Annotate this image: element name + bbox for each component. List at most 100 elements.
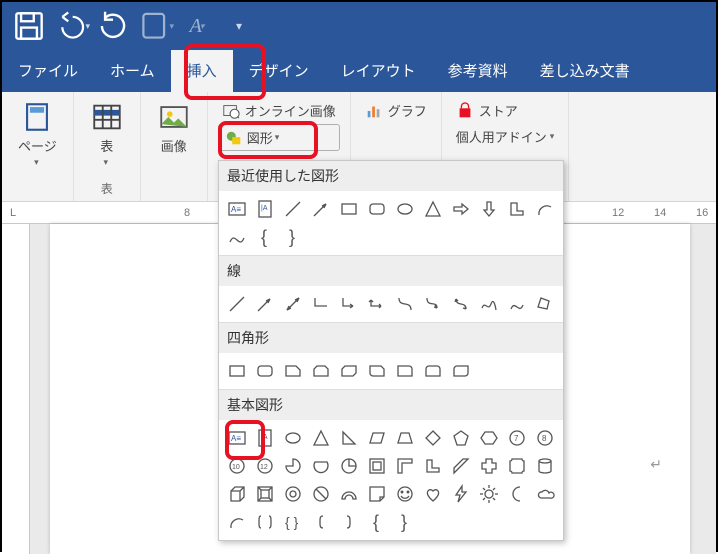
shapes-button[interactable]: 図形 ▾ [218,124,340,151]
tab-references[interactable]: 参考資料 [432,50,524,92]
shape-l-shape[interactable] [503,195,531,223]
shape-double-arrow[interactable] [279,290,307,318]
shape-donut[interactable] [279,480,307,508]
tab-layout[interactable]: レイアウト [325,50,432,92]
shape-line[interactable] [279,195,307,223]
customize-qat-button[interactable]: ▾ [220,9,258,43]
shape-moon[interactable] [503,480,531,508]
shape-trapezoid[interactable] [391,424,419,452]
shape-rounded-rect[interactable] [363,195,391,223]
shape-dodecagon[interactable]: 12 [251,452,279,480]
shape-round-rect[interactable] [251,357,279,385]
repeat-button[interactable] [94,9,132,43]
shape-left-brace[interactable]: { [251,223,279,251]
tab-design[interactable]: デザイン [233,50,325,92]
chart-button[interactable]: グラフ [361,98,431,123]
shape-oval2[interactable] [279,424,307,452]
shape-can[interactable] [531,452,559,480]
shape-cross[interactable] [475,452,503,480]
shape-parallelogram[interactable] [363,424,391,452]
shape-snip1[interactable] [279,357,307,385]
shape-freeform-open[interactable] [503,290,531,318]
shape-arc2[interactable] [223,508,251,536]
shape-curved-double[interactable] [447,290,475,318]
shape-chord[interactable] [307,452,335,480]
shape-plaque[interactable] [503,452,531,480]
shape-triangle[interactable] [419,195,447,223]
shape-double-bracket[interactable] [251,508,279,536]
shape-right-brace2[interactable]: } [391,508,419,536]
shape-teardrop[interactable] [335,452,363,480]
shape-elbow-double[interactable] [363,290,391,318]
shape-right-tri[interactable] [335,424,363,452]
shape-pentagon[interactable] [447,424,475,452]
shape-decagon[interactable]: 10 [223,452,251,480]
image-button[interactable]: 画像 [151,98,197,157]
shape-octagon[interactable]: 8 [531,424,559,452]
shape-snip2same[interactable] [307,357,335,385]
shape-rectangle[interactable] [335,195,363,223]
shape-oval[interactable] [391,195,419,223]
tab-insert[interactable]: 挿入 [171,50,233,92]
shape-right-bracket[interactable] [335,508,363,536]
shape-left-brace2[interactable]: { [363,508,391,536]
shape-frame[interactable] [363,452,391,480]
shape-freeform[interactable] [531,290,559,318]
shape-half-frame[interactable] [391,452,419,480]
shape-vertical-text-box[interactable]: |A [251,195,279,223]
shape-line-arrow[interactable] [307,195,335,223]
shape-bevel[interactable] [251,480,279,508]
shape-heptagon[interactable]: 7 [503,424,531,452]
shape-round2same[interactable] [419,357,447,385]
shape-snip2diag[interactable] [335,357,363,385]
shape-smiley[interactable] [391,480,419,508]
shape-round2diag[interactable] [447,357,475,385]
shape-lshape2[interactable] [419,452,447,480]
undo-button[interactable]: ▾ [52,9,90,43]
tab-file[interactable]: ファイル [2,50,94,92]
shape-lightning[interactable] [447,480,475,508]
shape-line-arrow2[interactable] [251,290,279,318]
shape-line2[interactable] [223,290,251,318]
table-button[interactable]: 表 ▾ [84,98,130,170]
online-image-button[interactable]: オンライン画像 [218,98,340,123]
shape-sun[interactable] [475,480,503,508]
shape-pie[interactable] [279,452,307,480]
personal-addin-button[interactable]: 個人用アドイン ▾ [452,124,559,149]
shape-scribble[interactable] [475,290,503,318]
shape-right-arrow[interactable] [447,195,475,223]
shape-cloud[interactable] [531,480,559,508]
shape-curved-conn[interactable] [391,290,419,318]
shape-curve[interactable] [223,223,251,251]
shape-heart[interactable] [419,480,447,508]
store-button[interactable]: ストア [452,98,559,123]
save-button[interactable] [10,9,48,43]
shape-snipround[interactable] [363,357,391,385]
shape-vtext-box2[interactable]: |A [251,424,279,452]
shape-folded-corner[interactable] [363,480,391,508]
shape-curved-arrow[interactable] [419,290,447,318]
page-button[interactable]: ページ ▾ [12,98,63,170]
shape-cube[interactable] [223,480,251,508]
shape-hexagon[interactable] [475,424,503,452]
shape-diamond[interactable] [419,424,447,452]
shape-diag-stripe[interactable] [447,452,475,480]
shape-down-arrow[interactable] [475,195,503,223]
shape-elbow[interactable] [307,290,335,318]
touch-mode-button[interactable]: ▾ [136,9,174,43]
shape-right-brace[interactable]: } [279,223,307,251]
tab-home[interactable]: ホーム [94,50,171,92]
shape-round1[interactable] [391,357,419,385]
shape-no-symbol[interactable] [307,480,335,508]
shape-iso-tri[interactable] [307,424,335,452]
shape-elbow-arrow[interactable] [335,290,363,318]
shape-double-brace[interactable]: { } [279,508,307,536]
shape-rect[interactable] [223,357,251,385]
shape-text-box2[interactable]: A≡ [223,424,251,452]
shape-arc[interactable] [531,195,559,223]
font-shortcut-button[interactable]: A▾ [178,9,216,43]
tab-mailings[interactable]: 差し込み文書 [524,50,646,92]
shape-text-box[interactable]: A≡ [223,195,251,223]
shape-left-bracket[interactable] [307,508,335,536]
shape-block-arc[interactable] [335,480,363,508]
